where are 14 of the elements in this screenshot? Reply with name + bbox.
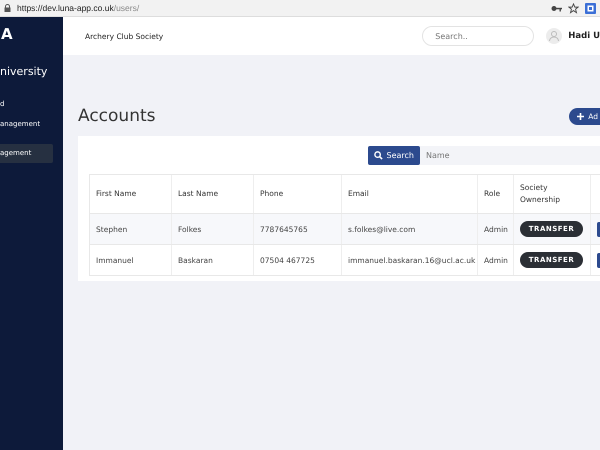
lock-icon bbox=[4, 4, 11, 12]
plus-icon bbox=[577, 112, 584, 120]
star-icon[interactable] bbox=[568, 2, 579, 14]
address-bar-url[interactable]: https://dev.luna-app.co.uk/users/ bbox=[17, 3, 140, 13]
search-field[interactable]: Search.. bbox=[422, 26, 534, 46]
sidebar-title: niversity bbox=[0, 64, 48, 80]
user-name[interactable]: Hadi U bbox=[568, 31, 600, 41]
search-icon bbox=[374, 151, 383, 160]
logo-text: A bbox=[0, 24, 14, 45]
key-icon[interactable] bbox=[551, 4, 562, 12]
name-search-field[interactable]: Name bbox=[420, 146, 600, 165]
page-title: Accounts bbox=[78, 106, 156, 126]
extension-icon[interactable] bbox=[585, 2, 596, 14]
search-button[interactable]: Search bbox=[368, 146, 420, 165]
